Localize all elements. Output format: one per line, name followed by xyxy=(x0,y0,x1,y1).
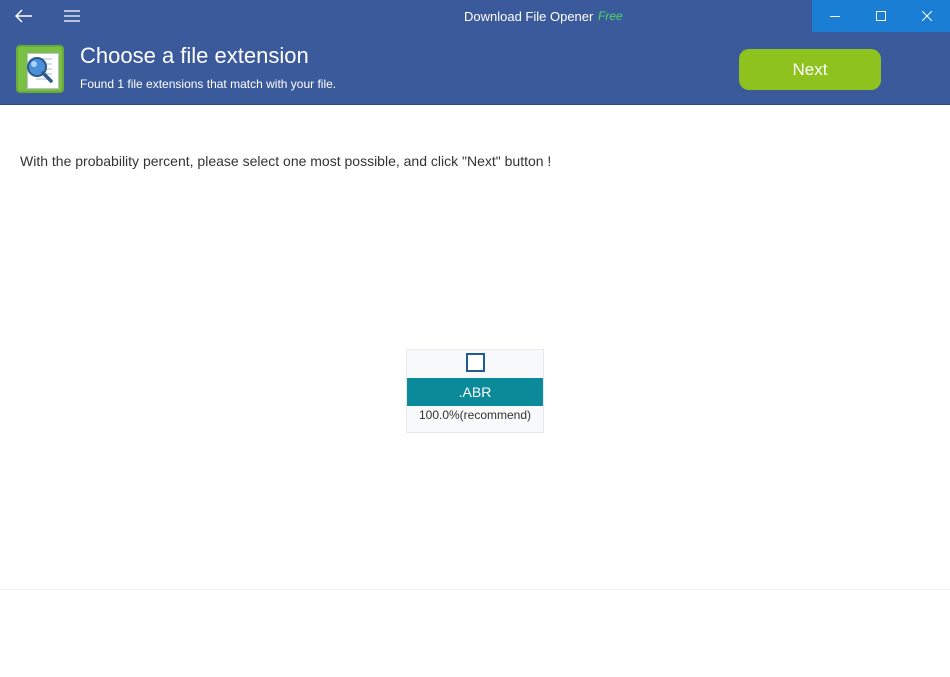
header-bar: Download File Opener Free Choose a file … xyxy=(0,0,950,105)
page-title: Choose a file extension xyxy=(80,43,309,68)
footer-divider xyxy=(0,589,950,590)
extension-probability: 100.0%(recommend) xyxy=(418,408,532,422)
extension-checkbox[interactable] xyxy=(466,353,485,372)
maximize-icon xyxy=(876,11,886,21)
window-controls xyxy=(812,0,950,32)
minimize-button[interactable] xyxy=(812,0,858,32)
instruction-text: With the probability percent, please sel… xyxy=(20,153,552,169)
back-arrow-icon xyxy=(15,9,32,23)
app-window: Download File Opener Free Choose a file … xyxy=(0,0,950,677)
edition-badge: Free xyxy=(598,9,623,23)
minimize-icon xyxy=(830,16,840,17)
magnifier-document-icon xyxy=(27,57,53,83)
extension-name: .ABR xyxy=(407,378,543,406)
menu-button[interactable] xyxy=(56,0,88,32)
maximize-button[interactable] xyxy=(858,0,904,32)
next-button[interactable]: Next xyxy=(739,49,881,90)
close-icon xyxy=(922,11,932,21)
extension-card[interactable]: .ABR 100.0%(recommend) xyxy=(406,349,544,433)
close-button[interactable] xyxy=(904,0,950,32)
app-title: Download File Opener xyxy=(464,9,594,24)
back-button[interactable] xyxy=(8,0,40,32)
page-subtitle: Found 1 file extensions that match with … xyxy=(80,77,337,91)
hamburger-menu-icon xyxy=(64,10,80,22)
app-logo xyxy=(16,45,64,93)
